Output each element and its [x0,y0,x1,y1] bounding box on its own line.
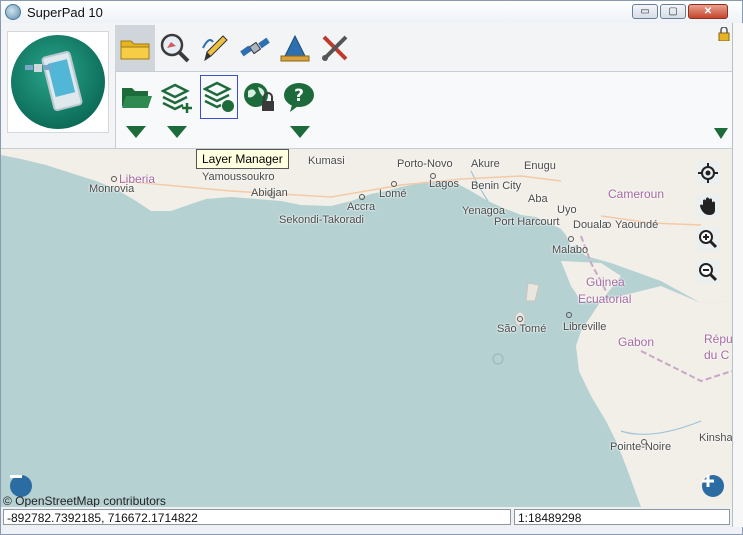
scale-readout: 1:18489298 [514,509,730,525]
tab-search[interactable] [155,25,195,71]
maximize-button[interactable]: ▢ [660,4,686,19]
add-layer-icon [161,83,192,113]
map-label-port-harcourt: Port Harcourt [494,216,560,228]
map-label-yamoussoukro: Yamoussoukro [202,171,275,183]
map-label-malabo: Malabo [552,244,589,256]
add-layer-dropdown[interactable] [167,126,187,138]
satellite-icon [240,37,270,57]
add-layer-button[interactable] [160,80,194,114]
map-label-benin-city: Benin City [471,180,522,192]
map-label-monrovia: Monrovia [89,183,135,195]
map-label-uyo: Uyo [557,204,577,216]
open-project-button[interactable] [119,80,153,114]
open-project-dropdown[interactable] [126,126,146,138]
zoom-out-button[interactable] [696,260,720,284]
tab-survey[interactable] [275,25,315,71]
map-attribution: © OpenStreetMap contributors [3,494,166,508]
map-label-repu: Répu [704,332,732,346]
tools-icon [322,35,348,61]
map-label-accra: Accra [347,201,376,213]
svg-text:?: ? [294,86,304,106]
map-label-gabon: Gabon [618,335,655,349]
app-logo [7,31,109,133]
map-label-lome: Lomé [379,188,407,200]
tab-edit[interactable] [195,25,235,71]
map-label-pointe-noire: Pointe-Noire [610,441,672,453]
map-label-aba: Aba [528,193,548,205]
pan-hand-icon [700,197,715,215]
tab-gps[interactable] [235,25,275,71]
map-label-abidjan: Abidjan [251,187,288,199]
ribbon-toolbar: ? [1,23,733,149]
map-label-sao-tome: São Tomé [497,323,547,335]
ribbon-expand-button[interactable] [714,128,728,139]
map-label-kumasi: Kumasi [308,155,345,167]
help-button[interactable]: ? [282,80,316,114]
ribbon-tool-panel: ? [115,71,733,148]
map-label-enugu: Enugu [524,160,556,172]
close-button[interactable]: ✕ [688,4,728,19]
pencil-icon [202,35,228,62]
zoom-in-corner-button[interactable] [702,475,724,497]
app-icon [5,4,21,20]
map-label-libreville: Libreville [563,321,607,333]
plus-icon [702,475,714,487]
help-icon: ? [284,83,314,112]
globe-lock-icon [244,83,274,111]
help-dropdown[interactable] [290,126,310,138]
pan-button[interactable] [696,194,720,218]
zoom-out-icon [699,263,718,282]
search-map-icon [160,33,190,63]
map-tool-stack [696,161,720,284]
open-folder-icon [122,88,152,108]
map-label-sekondi: Sekondi-Takoradi [279,214,364,226]
tab-file[interactable] [115,25,155,71]
tab-tools[interactable] [315,25,355,71]
map-label-lagos: Lagos [429,178,459,190]
app-window: SuperPad 10 ▭ ▢ ✕ Liberia Monrovia Yamou… [0,0,743,535]
minus-icon [10,475,22,478]
map-label-douala: Douala [573,219,608,231]
map-label-guinea: Guinea [586,275,625,289]
title-bar: SuperPad 10 ▭ ▢ ✕ [1,1,742,23]
folder-icon [120,40,150,60]
status-bar: -892782.7392185, 716672.1714822 1:184892… [1,507,732,527]
coordinates-readout: -892782.7392185, 716672.1714822 [3,509,511,525]
map-label-kinsha: Kinsha [699,432,732,444]
layer-manager-tooltip: Layer Manager [196,149,289,169]
map-label-ecuatorial: Ecuatorial [578,292,632,306]
map-label-yaounde: Yaoundé [615,219,659,231]
locate-button[interactable] [696,161,720,185]
map-label-akure: Akure [471,158,500,170]
map-label-porto-novo: Porto-Novo [397,158,453,170]
globe-lock-button[interactable] [242,80,276,114]
layer-manager-icon [203,81,234,112]
layer-manager-button[interactable] [200,75,238,119]
survey-ruler-icon [280,34,310,62]
lock-icon[interactable] [718,27,730,41]
zoom-in-icon [699,230,718,249]
zoom-in-button[interactable] [696,227,720,251]
map-label-du-c: du C [704,348,730,362]
map-label-cameroun: Cameroun [608,187,665,201]
ribbon-tabs [115,25,355,71]
minimize-button[interactable]: ▭ [632,4,658,19]
right-edge-panel [732,23,743,527]
window-title: SuperPad 10 [27,4,103,20]
locate-icon [698,163,718,183]
